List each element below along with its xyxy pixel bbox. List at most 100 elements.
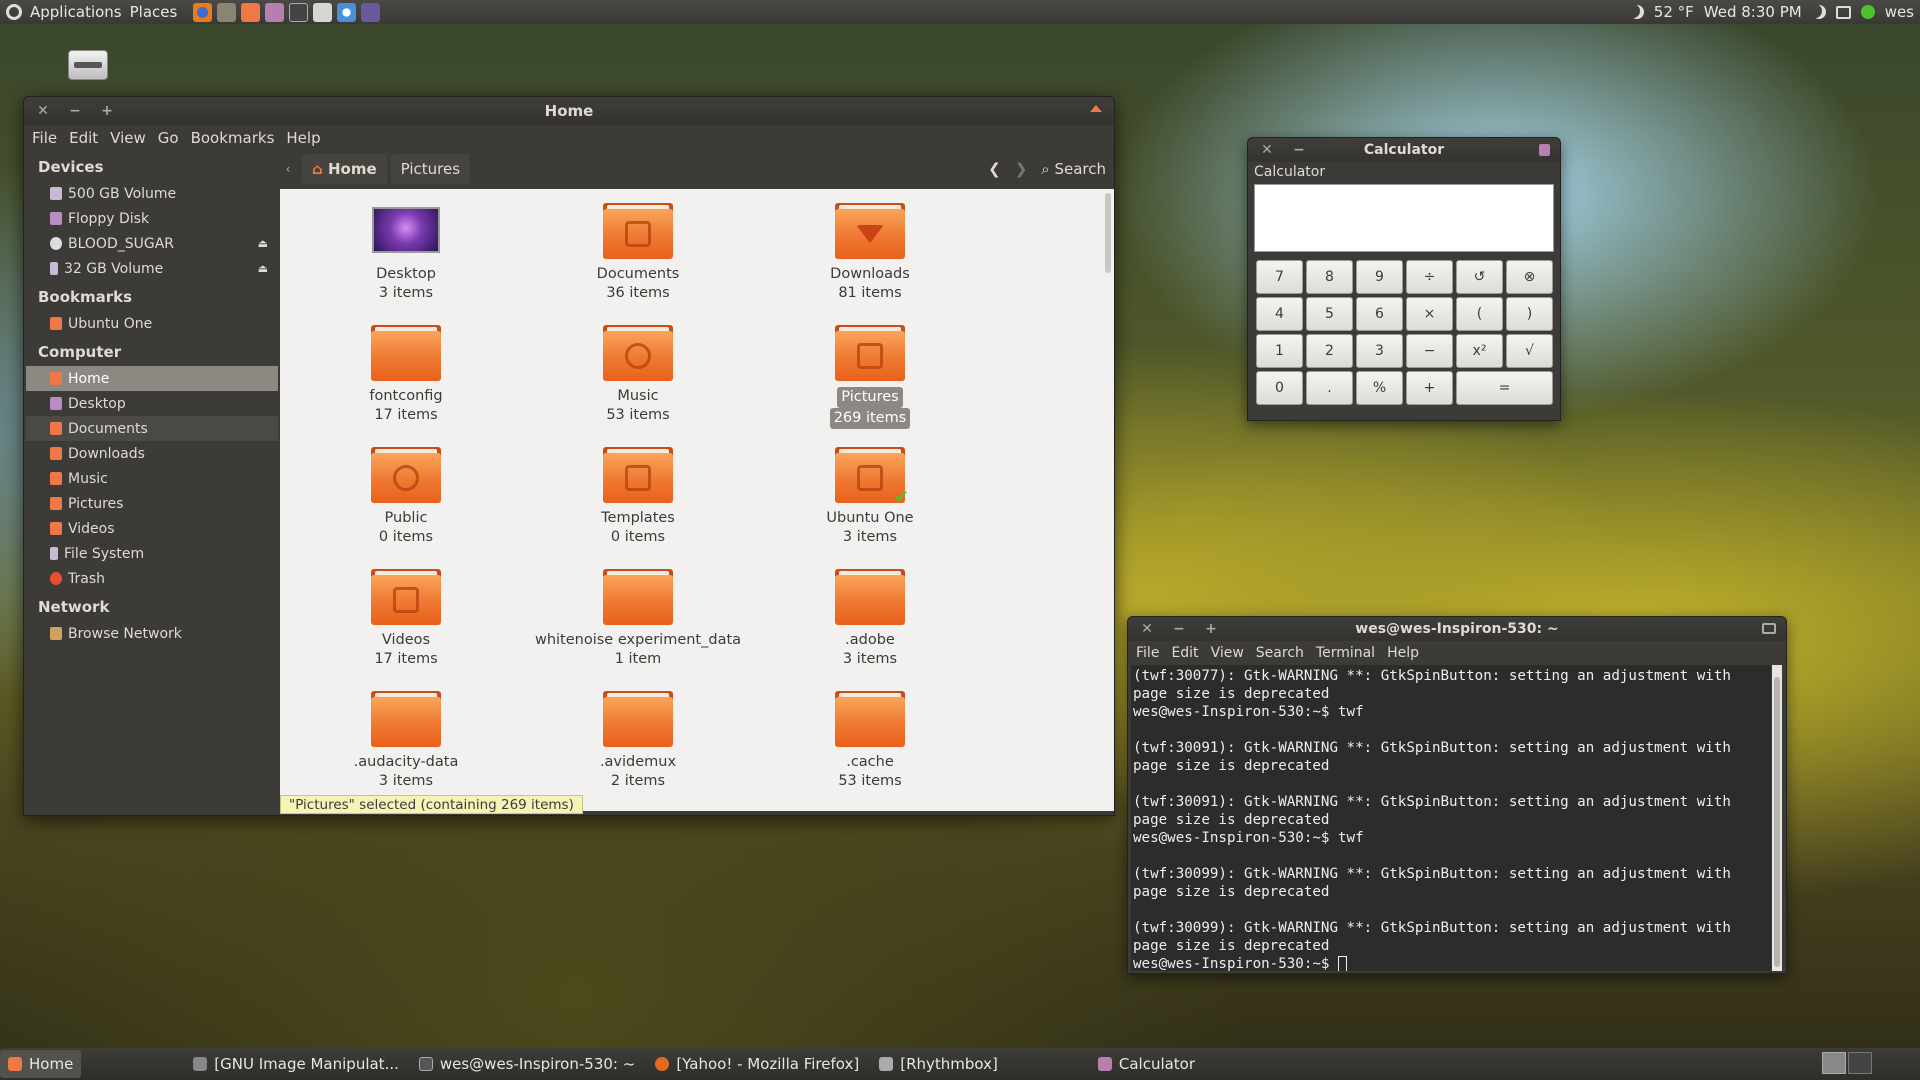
key-divide[interactable]: ÷ (1406, 260, 1453, 294)
sidebar-item-downloads[interactable]: Downloads (26, 441, 278, 466)
task-firefox[interactable]: [Yahoo! - Mozilla Firefox] (647, 1050, 867, 1078)
sidebar-item-500gb[interactable]: 500 GB Volume (26, 181, 278, 206)
file-item-fontconfig[interactable]: fontconfig 17 items (290, 325, 522, 447)
places-menu[interactable]: Places (130, 3, 178, 21)
menu-search[interactable]: Search (1256, 645, 1304, 661)
key-close-paren[interactable]: ) (1506, 297, 1553, 331)
key-8[interactable]: 8 (1306, 260, 1353, 294)
key-1[interactable]: 1 (1256, 334, 1303, 368)
close-icon[interactable]: ✕ (1138, 617, 1156, 641)
key-undo-icon[interactable]: ↺ (1456, 260, 1503, 294)
close-icon[interactable]: ✕ (34, 97, 52, 125)
eject-icon[interactable]: ⏏ (258, 262, 268, 275)
gimp-launcher-icon[interactable] (217, 2, 237, 22)
ubuntu-logo-icon[interactable] (6, 4, 22, 20)
chromium-launcher-icon[interactable] (337, 2, 357, 22)
key-sqrt[interactable]: √ (1506, 334, 1553, 368)
file-item-adobe[interactable]: .adobe 3 items (754, 569, 986, 691)
task-rhythmbox[interactable]: [Rhythmbox] (871, 1050, 1006, 1078)
workspace-1[interactable] (1822, 1052, 1846, 1074)
file-item-music[interactable]: Music 53 items (522, 325, 754, 447)
key-2[interactable]: 2 (1306, 334, 1353, 368)
key-decimal[interactable]: . (1306, 371, 1353, 405)
file-item-desktop[interactable]: Desktop 3 items (290, 203, 522, 325)
task-terminal[interactable]: wes@wes-Inspiron-530: ~ (411, 1050, 643, 1078)
maximize-icon[interactable]: + (98, 97, 116, 125)
key-7[interactable]: 7 (1256, 260, 1303, 294)
calculator-display[interactable] (1254, 184, 1554, 252)
file-item-videos[interactable]: Videos 17 items (290, 569, 522, 691)
weather-temp[interactable]: 52 °F (1654, 3, 1694, 21)
file-item-public[interactable]: Public 0 items (290, 447, 522, 569)
file-item-audacity-data[interactable]: .audacity-data 3 items (290, 691, 522, 811)
maximize-icon[interactable]: + (1202, 617, 1220, 641)
sidebar-item-32gb[interactable]: 32 GB Volume ⏏ (26, 256, 278, 281)
status-online-icon[interactable] (1860, 5, 1875, 19)
close-icon[interactable]: ✕ (1258, 138, 1276, 162)
clock[interactable]: Wed 8:30 PM (1704, 3, 1802, 21)
menu-go[interactable]: Go (158, 129, 179, 147)
menu-view[interactable]: View (110, 129, 146, 147)
workspace-2[interactable] (1848, 1052, 1872, 1074)
monitor-launcher-icon[interactable] (361, 2, 381, 22)
sidebar-item-videos[interactable]: Videos (26, 516, 278, 541)
forward-icon[interactable]: ❯ (1015, 160, 1028, 178)
key-percent[interactable]: % (1356, 371, 1403, 405)
menu-file[interactable]: File (1136, 645, 1159, 661)
key-add[interactable]: + (1406, 371, 1453, 405)
sidebar-item-ubuntu-one[interactable]: Ubuntu One (26, 311, 278, 336)
eject-icon[interactable]: ⏏ (258, 237, 268, 250)
menu-bookmarks[interactable]: Bookmarks (191, 129, 275, 147)
key-multiply[interactable]: × (1406, 297, 1453, 331)
minimize-icon[interactable]: − (1170, 617, 1188, 641)
terminal-launcher-icon[interactable] (289, 2, 309, 22)
file-item-cache[interactable]: .cache 53 items (754, 691, 986, 811)
breadcrumb-pictures[interactable]: Pictures (390, 154, 471, 184)
minimize-icon[interactable]: − (1290, 138, 1308, 162)
menu-help[interactable]: Help (286, 129, 320, 147)
menu-view[interactable]: View (1211, 645, 1244, 661)
desktop-drive-icon[interactable] (64, 42, 112, 88)
terminal-titlebar[interactable]: ✕ − + wes@wes-Inspiron-530: ~ (1128, 617, 1786, 641)
file-item-downloads[interactable]: Downloads 81 items (754, 203, 986, 325)
sidebar-item-music[interactable]: Music (26, 466, 278, 491)
file-manager-titlebar[interactable]: ✕ − + Home (24, 97, 1114, 125)
breadcrumb-scroll-left-icon[interactable]: ‹ (280, 162, 296, 176)
search-button[interactable]: ⌕ Search (1041, 160, 1106, 178)
task-gimp[interactable]: [GNU Image Manipulat... (185, 1050, 407, 1078)
key-clear-icon[interactable]: ⊗ (1506, 260, 1553, 294)
sidebar-item-desktop[interactable]: Desktop (26, 391, 278, 416)
key-subtract[interactable]: − (1406, 334, 1453, 368)
file-item-ubuntu-one[interactable]: ✔ Ubuntu One 3 items (754, 447, 986, 569)
menu-terminal[interactable]: Terminal (1316, 645, 1375, 661)
file-view[interactable]: Desktop 3 items Documents 36 items Downl… (280, 189, 1102, 811)
sidebar-item-documents[interactable]: Documents (26, 416, 278, 441)
terminal-output[interactable]: (twf:30077): Gtk-WARNING **: GtkSpinButt… (1131, 665, 1771, 971)
calculator-titlebar[interactable]: ✕ − Calculator (1248, 138, 1560, 162)
sidebar-item-blood-sugar[interactable]: BLOOD_SUGAR ⏏ (26, 231, 278, 256)
key-open-paren[interactable]: ( (1456, 297, 1503, 331)
key-9[interactable]: 9 (1356, 260, 1403, 294)
home-launcher-icon[interactable] (241, 2, 261, 22)
network-icon[interactable] (1835, 5, 1851, 19)
key-0[interactable]: 0 (1256, 371, 1303, 405)
speaker-launcher-icon[interactable] (313, 2, 333, 22)
night-mode-icon[interactable] (1812, 5, 1826, 19)
minimize-icon[interactable]: − (66, 97, 84, 125)
file-item-pictures[interactable]: Pictures 269 items (754, 325, 986, 447)
weather-moon-icon[interactable] (1630, 5, 1644, 19)
file-item-templates[interactable]: Templates 0 items (522, 447, 754, 569)
firefox-launcher-icon[interactable] (193, 2, 213, 22)
breadcrumb-home[interactable]: ⌂ Home (302, 154, 387, 184)
sidebar-item-floppy[interactable]: Floppy Disk (26, 206, 278, 231)
workspace-switcher[interactable] (1822, 1052, 1872, 1074)
sidebar-item-pictures[interactable]: Pictures (26, 491, 278, 516)
task-calculator[interactable]: Calculator (1090, 1050, 1203, 1078)
key-6[interactable]: 6 (1356, 297, 1403, 331)
task-home[interactable]: Home (0, 1050, 82, 1078)
terminal-prompt-line[interactable]: wes@wes-Inspiron-530:~$ (1133, 955, 1769, 971)
key-equals[interactable]: = (1456, 371, 1553, 405)
applications-menu[interactable]: Applications (30, 3, 122, 21)
menu-help[interactable]: Help (1387, 645, 1419, 661)
key-3[interactable]: 3 (1356, 334, 1403, 368)
